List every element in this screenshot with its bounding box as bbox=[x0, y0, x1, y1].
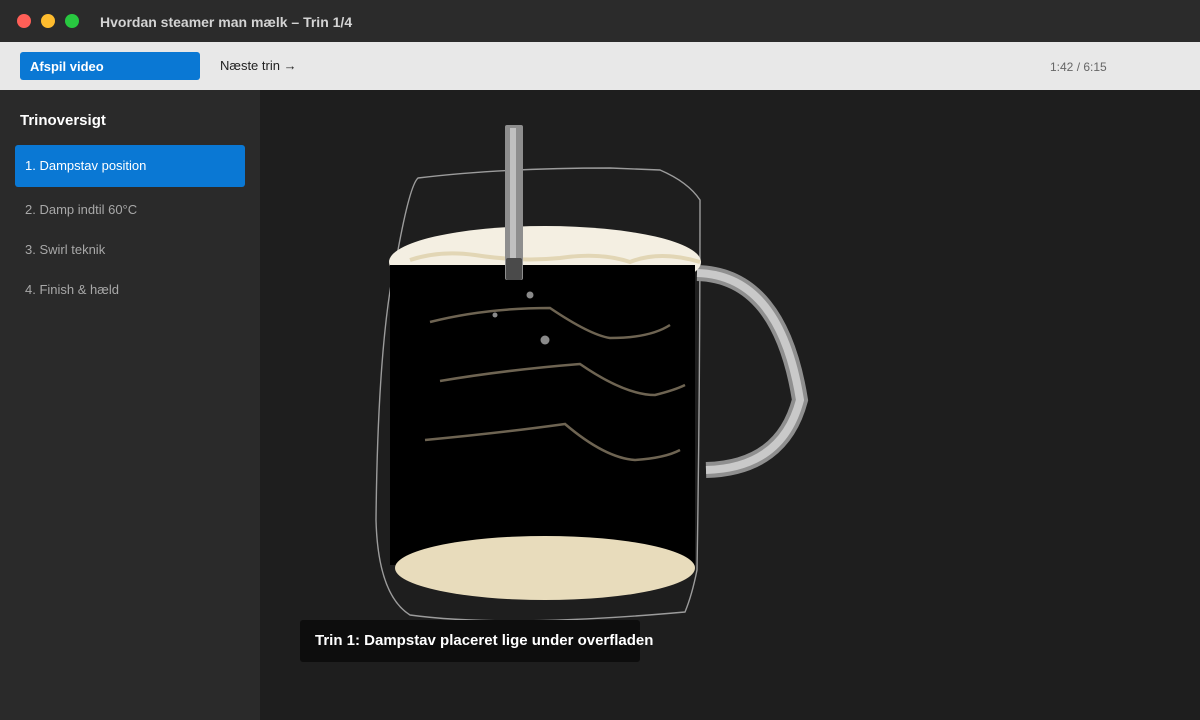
close-window-icon[interactable] bbox=[17, 14, 31, 28]
sidebar-item-step-2[interactable]: 2. Damp indtil 60°C bbox=[15, 189, 245, 231]
video-stage[interactable]: Trin 1: Dampstav placeret lige under ove… bbox=[260, 90, 1200, 720]
next-step-link[interactable]: Næste trin → bbox=[220, 58, 297, 73]
minimize-window-icon[interactable] bbox=[41, 14, 55, 28]
bubble bbox=[492, 312, 498, 318]
mug-handle-highlight bbox=[696, 269, 805, 474]
step-caption: Trin 1: Dampstav placeret lige under ove… bbox=[300, 620, 653, 662]
sidebar-heading: Trinoversigt bbox=[20, 112, 106, 129]
video-timecode: 1:42 / 6:15 bbox=[1050, 60, 1107, 74]
steps-sidebar: Trinoversigt 1. Dampstav position 2. Dam… bbox=[0, 90, 260, 720]
window-title: Hvordan steamer man mælk – Trin 1/4 bbox=[100, 14, 353, 30]
milk-bottom bbox=[395, 536, 695, 600]
sidebar-item-step-3[interactable]: 3. Swirl teknik bbox=[15, 229, 245, 271]
zoom-window-icon[interactable] bbox=[65, 14, 79, 28]
steam-wand-tip bbox=[506, 258, 522, 280]
sidebar-item-step-1[interactable]: 1. Dampstav position bbox=[15, 145, 245, 187]
milk-body bbox=[390, 265, 695, 565]
sidebar-item-step-4[interactable]: 4. Finish & hæld bbox=[15, 269, 245, 311]
steam-wand-highlight bbox=[510, 128, 516, 278]
title-bar: Hvordan steamer man mælk – Trin 1/4 bbox=[0, 0, 1200, 42]
bubble bbox=[540, 335, 550, 345]
bubble bbox=[526, 291, 534, 299]
toolbar: Afspil video Næste trin → 1:42 / 6:15 bbox=[0, 42, 1200, 90]
play-video-button[interactable]: Afspil video bbox=[20, 52, 200, 80]
